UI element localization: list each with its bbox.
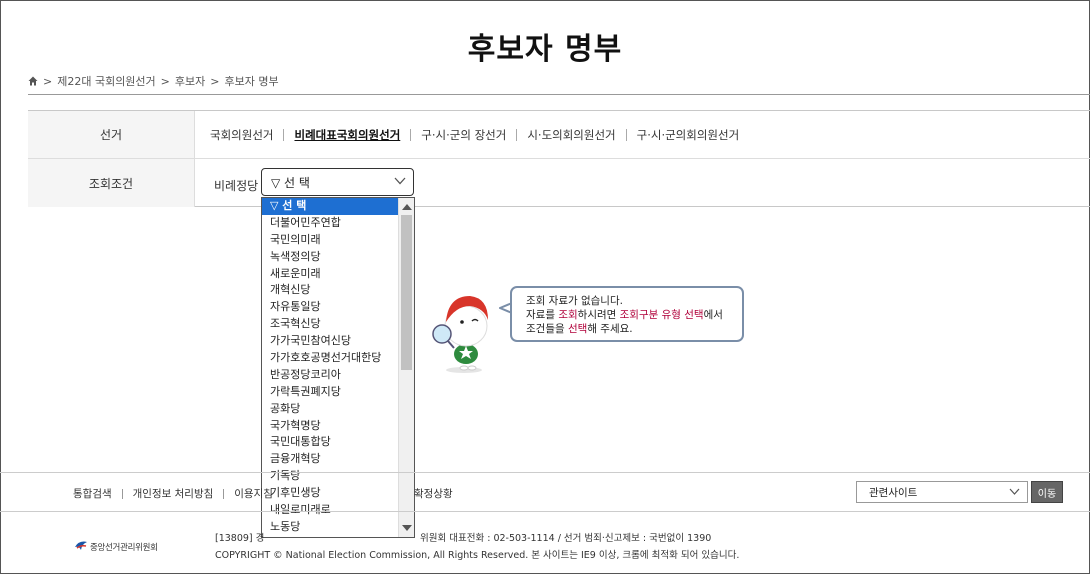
breadcrumb-item[interactable]: 후보자 (175, 73, 205, 89)
footer-link-privacy[interactable]: 개인정보 처리방침 (133, 486, 214, 501)
dropdown-options: ▽ 선 택 더불어민주연합 국민의미래 녹색정의당 새로운미래 개혁신당 자유통일당 조국혁신… (262, 198, 399, 536)
footer-link-search[interactable]: 통합검색 (73, 486, 112, 501)
related-sites-select[interactable]: 관련사이트 (856, 481, 1028, 503)
dropdown-option[interactable]: 반공정당코리아 (262, 367, 399, 384)
breadcrumb-item[interactable]: 후보자 명부 (224, 73, 278, 89)
message-text: 자료를 (526, 309, 559, 321)
dropdown-option[interactable]: 공화당 (262, 401, 399, 418)
dropdown-option[interactable]: 자유통일당 (262, 299, 399, 316)
tab-proportional[interactable]: 비례대표국회의원선거 (284, 127, 410, 143)
dropdown-option[interactable]: 국가혁명당 (262, 418, 399, 435)
mascot-illustration (432, 296, 488, 373)
tab-local-head[interactable]: 구·시·군의 장선거 (411, 127, 516, 143)
footer-separator (223, 488, 225, 499)
footer-address-prefix: [13809] 경 (215, 533, 265, 544)
breadcrumb-item[interactable]: 제22대 국회의원선거 (57, 73, 155, 89)
message-highlight: 선택 (567, 323, 588, 335)
scroll-down-arrow-icon[interactable] (402, 525, 412, 531)
footer-link-guide[interactable]: 이용지침 (234, 486, 273, 501)
nec-logo-icon (75, 541, 87, 550)
chevron-down-icon (1009, 488, 1020, 495)
condition-row: 조회조건 비례정당 ▽ 선 택 (28, 159, 1090, 207)
home-icon[interactable] (28, 76, 38, 86)
footer-address: 위원회 대표전화 : 02-503-1114 / 선거 범죄·신고제보 : 국번… (420, 533, 712, 544)
dropdown-option[interactable]: 녹색정의당 (262, 249, 399, 266)
dropdown-option[interactable]: 기독당 (262, 468, 399, 485)
footer-separator (121, 488, 123, 499)
tab-provincial-council[interactable]: 시·도의회의원선거 (517, 127, 625, 143)
tab-national-assembly[interactable]: 국회의원선거 (210, 127, 283, 143)
dropdown-option[interactable]: 기후민생당 (262, 485, 399, 502)
message-text: 조건들을 (526, 323, 568, 335)
party-select-value: ▽ 선 택 (271, 175, 310, 190)
dropdown-option[interactable]: 조국혁신당 (262, 316, 399, 333)
dropdown-option[interactable]: 금융개혁당 (262, 451, 399, 468)
dropdown-option[interactable]: 노동당 (262, 519, 399, 536)
dropdown-option[interactable]: 가가국민참여신당 (262, 333, 399, 350)
breadcrumb-sep: > (210, 74, 220, 88)
footer-divider (0, 511, 1090, 512)
page-title: 후보자 명부 (467, 32, 623, 67)
footer-link-status[interactable]: 확정상황 (414, 486, 453, 501)
footer-copyright: COPYRIGHT © National Election Commission… (215, 550, 740, 561)
message-line-1: 조회 자료가 없습니다. (526, 295, 623, 307)
message-highlight: 조회 (558, 309, 578, 321)
message-highlight: 조회구분 유형 선택 (619, 309, 704, 321)
breadcrumb-sep: > (43, 74, 53, 88)
go-button[interactable]: 이동 (1031, 481, 1063, 503)
election-label: 선거 (28, 111, 195, 158)
party-select-label: 비례정당 (214, 179, 259, 193)
dropdown-option[interactable]: 가가호호공명선거대한당 (262, 350, 399, 367)
dropdown-option[interactable]: 개혁신당 (262, 282, 399, 299)
message-text: 해 주세요. (587, 323, 633, 335)
filter-table: 선거 국회의원선거 비례대표국회의원선거 구·시·군의 장선거 시·도의회의원선… (28, 110, 1090, 207)
message-line-2: 자료를 조회하시려면 조회구분 유형 선택에서 (526, 308, 742, 322)
empty-result-message: 조회 자료가 없습니다. 자료를 조회하시려면 조회구분 유형 선택에서 조건들… (510, 286, 744, 342)
dropdown-option[interactable]: 국민대통합당 (262, 434, 399, 451)
dropdown-option[interactable]: 국민의미래 (262, 232, 399, 249)
election-row: 선거 국회의원선거 비례대표국회의원선거 구·시·군의 장선거 시·도의회의원선… (28, 111, 1090, 159)
election-tabs: 국회의원선거 비례대표국회의원선거 구·시·군의 장선거 시·도의회의원선거 구… (210, 111, 749, 158)
dropdown-option[interactable]: 새로운미래 (262, 266, 399, 283)
dropdown-option-selected[interactable]: ▽ 선 택 (262, 198, 399, 215)
footer-links: 통합검색 개인정보 처리방침 이용지침 (73, 486, 273, 501)
scroll-thumb[interactable] (401, 215, 412, 370)
breadcrumb-sep: > (160, 74, 170, 88)
scroll-up-arrow-icon[interactable] (402, 204, 412, 210)
dropdown-option[interactable]: 더불어민주연합 (262, 215, 399, 232)
message-line-3: 조건들을 선택해 주세요. (526, 322, 742, 336)
title-divider (28, 94, 1090, 95)
party-select[interactable]: ▽ 선 택 (261, 168, 414, 196)
dropdown-option[interactable]: 가락특권폐지당 (262, 384, 399, 401)
footer-divider (0, 472, 1090, 473)
message-text: 에서 (703, 309, 723, 321)
related-sites-value: 관련사이트 (869, 486, 918, 499)
dropdown-scrollbar[interactable] (398, 198, 414, 537)
tab-local-council[interactable]: 구·시·군의회의원선거 (627, 127, 750, 143)
org-name: 중앙선거관리위원회 (90, 543, 158, 553)
breadcrumb: > 제22대 국회의원선거 > 후보자 > 후보자 명부 (28, 73, 279, 89)
condition-label: 조회조건 (28, 159, 195, 207)
party-dropdown-list[interactable]: ▽ 선 택 더불어민주연합 국민의미래 녹색정의당 새로운미래 개혁신당 자유통일당 조국혁신… (261, 197, 415, 538)
chevron-down-icon (394, 177, 406, 185)
message-text: 하시려면 (577, 309, 620, 321)
